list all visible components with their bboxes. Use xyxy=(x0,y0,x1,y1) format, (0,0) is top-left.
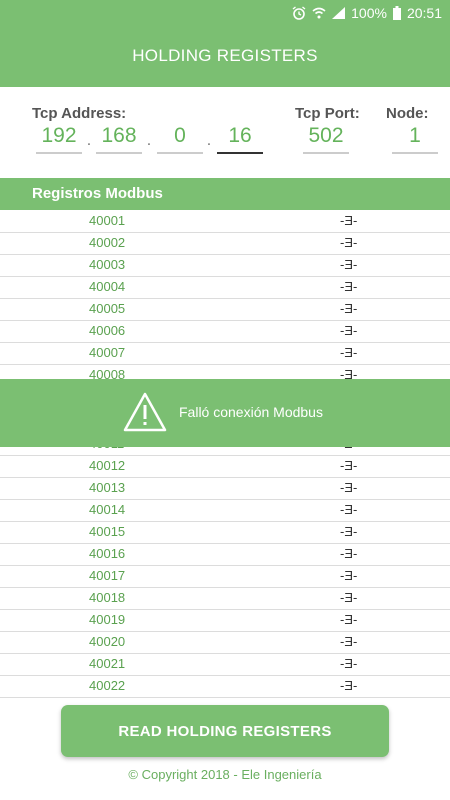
register-value: -Ǝ- xyxy=(340,323,358,338)
register-value: -Ǝ- xyxy=(340,480,358,495)
ip-dot: . xyxy=(86,132,92,149)
ip-dot: . xyxy=(146,132,152,149)
register-address: 40007 xyxy=(89,345,126,360)
copyright-text: © Copyright 2018 - Ele Ingeniería xyxy=(128,767,322,782)
register-address: 40013 xyxy=(89,480,126,495)
alarm-icon xyxy=(292,6,306,20)
register-row[interactable]: 40018 -Ǝ- xyxy=(0,588,450,610)
register-address: 40019 xyxy=(89,612,126,627)
signal-icon xyxy=(332,7,346,19)
register-address: 40005 xyxy=(89,301,126,316)
register-value: -Ǝ- xyxy=(340,568,358,583)
register-value: -Ǝ- xyxy=(340,301,358,316)
register-address: 40003 xyxy=(89,257,126,272)
register-address: 40016 xyxy=(89,546,126,561)
register-value: -Ǝ- xyxy=(340,634,358,649)
app-bar: 100% 20:51 HOLDING REGISTERS xyxy=(0,0,450,87)
register-address: 40012 xyxy=(89,458,126,473)
register-address: 40006 xyxy=(89,323,126,338)
register-value: -Ǝ- xyxy=(340,502,358,517)
read-holding-registers-button[interactable]: READ HOLDING REGISTERS xyxy=(61,705,389,757)
register-address: 40020 xyxy=(89,634,126,649)
register-value: -Ǝ- xyxy=(340,235,358,250)
register-row[interactable]: 40013 -Ǝ- xyxy=(0,478,450,500)
status-bar: 100% 20:51 xyxy=(0,0,450,28)
node-input[interactable]: 1 xyxy=(392,124,438,154)
wifi-icon xyxy=(312,7,326,19)
register-value: -Ǝ- xyxy=(340,213,358,228)
register-row[interactable]: 40012 -Ǝ- xyxy=(0,456,450,478)
section-title: Registros Modbus xyxy=(32,185,163,202)
register-address: 40015 xyxy=(89,524,126,539)
register-row[interactable]: 40014 -Ǝ- xyxy=(0,500,450,522)
register-value: -Ǝ- xyxy=(340,524,358,539)
register-value: -Ǝ- xyxy=(340,612,358,627)
register-address: 40021 xyxy=(89,656,126,671)
node-label: Node: xyxy=(386,105,429,122)
register-row[interactable]: 40004 -Ǝ- xyxy=(0,277,450,299)
register-row[interactable]: 40016 -Ǝ- xyxy=(0,544,450,566)
register-address: 40004 xyxy=(89,279,126,294)
error-toast: Falló conexión Modbus xyxy=(0,379,450,447)
ip-octet-2-input[interactable]: 168 xyxy=(96,124,142,154)
battery-icon xyxy=(392,6,401,20)
register-address: 40018 xyxy=(89,590,126,605)
register-value: -Ǝ- xyxy=(340,345,358,360)
register-address: 40001 xyxy=(89,213,126,228)
register-value: -Ǝ- xyxy=(340,590,358,605)
warning-icon xyxy=(122,391,168,438)
ip-octet-1-input[interactable]: 192 xyxy=(36,124,82,154)
register-address: 40017 xyxy=(89,568,126,583)
ip-octet-3-input[interactable]: 0 xyxy=(157,124,203,154)
ip-octet-4-input[interactable]: 16 xyxy=(217,124,263,154)
register-value: -Ǝ- xyxy=(340,546,358,561)
register-address: 40002 xyxy=(89,235,126,250)
register-row[interactable]: 40002 -Ǝ- xyxy=(0,233,450,255)
register-row[interactable]: 40017 -Ǝ- xyxy=(0,566,450,588)
register-value: -Ǝ- xyxy=(340,678,358,693)
ip-dot: . xyxy=(206,132,212,149)
register-list-bottom[interactable]: 40011-Ǝ-40012-Ǝ-40013-Ǝ-40014-Ǝ-40015-Ǝ-… xyxy=(0,434,450,698)
page-title: HOLDING REGISTERS xyxy=(132,46,318,65)
clock: 20:51 xyxy=(406,5,442,21)
register-value: -Ǝ- xyxy=(340,257,358,272)
register-row[interactable]: 40021 -Ǝ- xyxy=(0,654,450,676)
register-row[interactable]: 40019 -Ǝ- xyxy=(0,610,450,632)
register-row[interactable]: 40007 -Ǝ- xyxy=(0,343,450,365)
register-row[interactable]: 40005 -Ǝ- xyxy=(0,299,450,321)
register-address: 40014 xyxy=(89,502,126,517)
register-value: -Ǝ- xyxy=(340,458,358,473)
register-list-top[interactable]: 40001 -Ǝ- 40002 -Ǝ- 40003 -Ǝ- 40004 -Ǝ- 40005 -Ǝ-… xyxy=(0,211,450,387)
register-row[interactable]: 40006 -Ǝ- xyxy=(0,321,450,343)
register-row[interactable]: 40022 -Ǝ- xyxy=(0,676,450,698)
register-address: 40022 xyxy=(89,678,126,693)
register-value: -Ǝ- xyxy=(340,279,358,294)
register-row[interactable]: 40015 -Ǝ- xyxy=(0,522,450,544)
tcp-port-input[interactable]: 502 xyxy=(303,124,349,154)
registers-section-header: Registros Modbus xyxy=(0,178,450,210)
register-row[interactable]: 40001 -Ǝ- xyxy=(0,211,450,233)
register-row[interactable]: 40003 -Ǝ- xyxy=(0,255,450,277)
tcp-port-label: Tcp Port: xyxy=(295,105,360,122)
register-value: -Ǝ- xyxy=(340,656,358,671)
toast-message: Falló conexión Modbus xyxy=(179,404,323,420)
battery-percent: 100% xyxy=(351,5,387,21)
register-row[interactable]: 40020 -Ǝ- xyxy=(0,632,450,654)
tcp-address-label: Tcp Address: xyxy=(32,105,127,122)
